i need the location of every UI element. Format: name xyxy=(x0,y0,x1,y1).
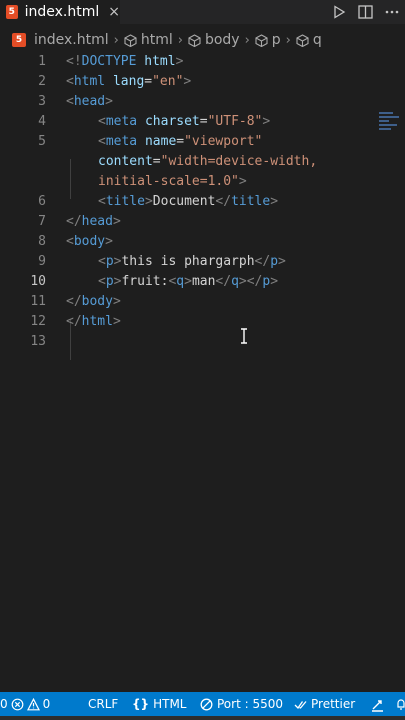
live-server-port[interactable]: Port : 5500 xyxy=(200,692,283,716)
line-number: 12 xyxy=(30,314,46,329)
element-cube-icon xyxy=(188,33,201,47)
line-number: 11 xyxy=(30,294,46,309)
indent-guide xyxy=(70,159,71,199)
editor-actions xyxy=(332,0,399,24)
end-of-line-sequence[interactable]: CRLF xyxy=(88,692,118,716)
bottom-strip xyxy=(0,716,405,720)
line-number: 4 xyxy=(38,114,46,129)
breadcrumb-body[interactable]: body xyxy=(188,32,240,48)
code-line-9: <p>this is phargarph</p> xyxy=(98,254,286,269)
code-line-10: <p>fruit:<q>man</q></p> xyxy=(98,274,279,289)
problems-indicator[interactable]: 0 0 xyxy=(0,692,50,716)
code-line-2: <html lang="en"> xyxy=(66,74,192,89)
chevron-right-icon: › xyxy=(177,32,183,48)
code-line-3: <head> xyxy=(66,94,113,109)
minimap[interactable] xyxy=(379,112,401,136)
warning-icon xyxy=(26,697,40,710)
html5-file-icon: 5 xyxy=(12,33,26,47)
chevron-right-icon: › xyxy=(113,32,119,48)
tab-label: index.html xyxy=(24,4,100,20)
breadcrumb-q[interactable]: q xyxy=(296,32,322,48)
no-entry-icon xyxy=(200,698,213,710)
code-line-11: </body> xyxy=(66,294,121,309)
code-line-1: <!DOCTYPE html> xyxy=(66,54,184,69)
code-line-5-wrap-1: content="width=device-width, xyxy=(98,154,318,169)
code-line-8: <body> xyxy=(66,234,113,249)
line-number: 13 xyxy=(30,334,46,349)
run-icon[interactable] xyxy=(332,5,346,19)
line-number: 7 xyxy=(38,214,46,229)
code-editor[interactable]: 1 2 3 4 5 6 7 8 9 10 11 12 13 <!DOCTYPE … xyxy=(0,52,405,692)
double-check-icon xyxy=(294,700,307,709)
text-cursor-icon xyxy=(240,328,248,348)
notifications-icon[interactable] xyxy=(396,692,405,716)
editor-tab-bar: 5 index.html × xyxy=(0,0,405,24)
line-number: 3 xyxy=(38,94,46,109)
element-cube-icon xyxy=(296,33,309,47)
html5-file-icon: 5 xyxy=(6,5,18,19)
line-number-active: 10 xyxy=(30,274,46,289)
chevron-right-icon: › xyxy=(285,32,291,48)
code-line-5: <meta name="viewport" xyxy=(98,134,263,149)
code-line-5-wrap-2: initial-scale=1.0"> xyxy=(98,174,247,189)
tab-index-html[interactable]: 5 index.html × xyxy=(0,0,120,24)
code-line-7: </head> xyxy=(66,214,121,229)
status-bar: 0 0 CRLF {} HTML Port : 5500 Prettier xyxy=(0,692,405,716)
line-number: 2 xyxy=(38,74,46,89)
element-cube-icon xyxy=(124,33,137,47)
line-number: 6 xyxy=(38,194,46,209)
language-mode[interactable]: {} HTML xyxy=(132,692,187,716)
breadcrumb-p[interactable]: p xyxy=(255,32,281,48)
code-line-6: <title>Document</title> xyxy=(98,194,279,209)
breadcrumb-html[interactable]: html xyxy=(124,32,173,48)
error-icon xyxy=(11,698,24,710)
breadcrumb-file[interactable]: index.html xyxy=(34,32,109,48)
line-number: 5 xyxy=(38,134,46,149)
code-line-4: <meta charset="UTF-8"> xyxy=(98,114,271,129)
chevron-right-icon: › xyxy=(244,32,250,48)
breadcrumb: 5 index.html › html › body › p › q xyxy=(0,28,405,52)
close-tab-icon[interactable]: × xyxy=(108,4,120,20)
more-actions-icon[interactable] xyxy=(385,5,399,19)
feedback-icon[interactable] xyxy=(370,692,385,716)
line-number: 8 xyxy=(38,234,46,249)
prettier-status[interactable]: Prettier xyxy=(294,692,355,716)
line-number: 1 xyxy=(38,54,46,69)
element-cube-icon xyxy=(255,33,268,47)
split-editor-icon[interactable] xyxy=(358,5,373,19)
code-line-12: </html> xyxy=(66,314,121,329)
braces-icon: {} xyxy=(132,697,150,711)
line-number: 9 xyxy=(38,254,46,269)
